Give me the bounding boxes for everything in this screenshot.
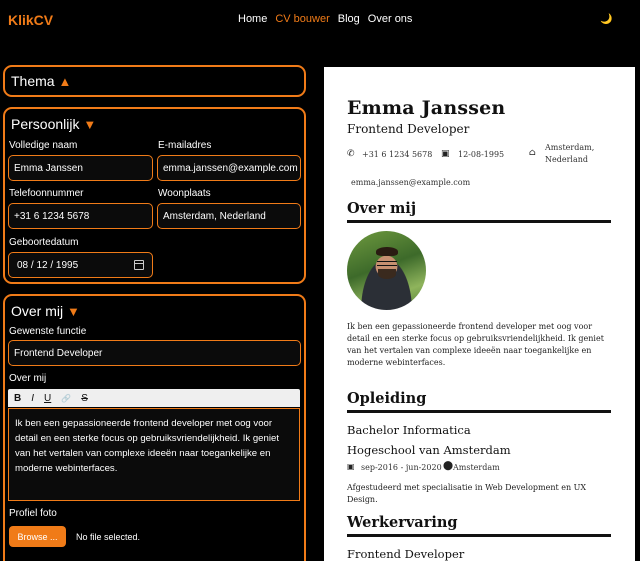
email-input[interactable]: emma.janssen@example.com (157, 155, 301, 181)
section-thema-title[interactable]: Thema ▲ (11, 73, 71, 89)
cv-heading-over-mij: Over mij (347, 200, 611, 223)
italic-button[interactable]: I (31, 393, 34, 404)
email-label: E-mailadres (158, 140, 212, 151)
job-label: Gewenste functie (9, 326, 87, 337)
name-label: Volledige naam (9, 140, 78, 151)
cv-edu-title: Bachelor Informatica (347, 423, 471, 437)
city-label: Woonplaats (158, 188, 211, 199)
dob-input[interactable]: 08 / 12 / 1995 (8, 252, 153, 278)
name-input[interactable]: Emma Janssen (8, 155, 153, 181)
nav-link-blog[interactable]: Blog (338, 13, 360, 25)
section-persoonlijk-title[interactable]: Persoonlijk ▼ (11, 116, 96, 132)
file-status: No file selected. (76, 532, 141, 542)
cv-city-line2: Nederland (545, 155, 589, 164)
phone-label: Telefoonnummer (9, 188, 84, 199)
cv-heading-opleiding: Opleiding (347, 390, 611, 413)
cv-edu-school: Hogeschool van Amsterdam (347, 443, 511, 457)
cv-edu-dates: sep-2016 - jun-2020 (361, 463, 442, 472)
section-thema[interactable]: Thema ▲ (3, 65, 306, 97)
cv-preview: Emma Janssen Frontend Developer ✆ +31 6 … (324, 67, 635, 561)
cv-dob: 12-08-1995 (458, 150, 505, 159)
home-icon: ⌂ (529, 148, 536, 158)
photo-label: Profiel foto (9, 508, 57, 519)
calendar-icon: ▣ (441, 149, 450, 159)
section-over-mij-label: Over mij (11, 303, 64, 319)
nav-link-home[interactable]: Home (238, 13, 267, 25)
dob-value: 08 / 12 / 1995 (17, 259, 79, 271)
section-thema-label: Thema (11, 73, 55, 89)
about-label: Over mij (9, 373, 47, 384)
nav-link-over-ons[interactable]: Over ons (368, 13, 413, 25)
dob-label: Geboortedatum (9, 237, 79, 248)
rich-text-toolbar: B I U 🔗 S (8, 389, 300, 407)
underline-button[interactable]: U (44, 393, 51, 404)
about-textarea[interactable]: Ik ben een gepassioneerde frontend devel… (8, 408, 300, 501)
brand-logo[interactable]: KlikCV (8, 12, 53, 28)
photo-glasses (377, 261, 397, 266)
strikethrough-button[interactable]: S (81, 393, 88, 404)
cv-edu-city: Amsterdam (453, 463, 500, 472)
nav-link-cv-bouwer[interactable]: CV bouwer (275, 13, 329, 25)
cv-name: Emma Janssen (347, 97, 506, 119)
location-pin-icon: ⬤ (443, 461, 454, 471)
photo-hair (376, 247, 398, 256)
section-persoonlijk-label: Persoonlijk (11, 116, 80, 132)
cv-role: Frontend Developer (347, 122, 470, 136)
cv-work-title: Frontend Developer (347, 547, 465, 561)
link-icon[interactable]: 🔗 (61, 394, 71, 403)
expand-arrow-icon[interactable]: ▼ (83, 117, 96, 132)
cv-about-text: Ik ben een gepassioneerde frontend devel… (347, 322, 604, 367)
bold-button[interactable]: B (14, 393, 21, 404)
cv-edu-desc: Afgestudeerd met specialisatie in Web De… (347, 483, 587, 504)
browse-button[interactable]: Browse ... (9, 526, 66, 547)
profile-photo (347, 231, 426, 310)
phone-icon: ✆ (347, 149, 355, 159)
city-input[interactable]: Amsterdam, Nederland (157, 203, 301, 229)
top-nav: KlikCV Home CV bouwer Blog Over ons 🌙 (0, 0, 640, 40)
cv-email: emma.janssen@example.com (351, 178, 471, 187)
cv-city-line1: Amsterdam, (545, 143, 595, 152)
collapse-arrow-icon[interactable]: ▲ (58, 74, 71, 89)
calendar-icon[interactable] (134, 260, 144, 270)
calendar-icon: ▣ (347, 462, 355, 471)
dark-mode-toggle-icon[interactable]: 🌙 (600, 14, 612, 25)
photo-beard (378, 269, 396, 279)
cv-heading-werkervaring: Werkervaring (347, 514, 611, 537)
expand-arrow-icon[interactable]: ▼ (67, 304, 80, 319)
job-input[interactable]: Frontend Developer (8, 340, 301, 366)
phone-input[interactable]: +31 6 1234 5678 (8, 203, 153, 229)
nav-links: Home CV bouwer Blog Over ons (238, 13, 412, 25)
cv-phone: +31 6 1234 5678 (362, 150, 433, 159)
section-over-mij-title[interactable]: Over mij ▼ (11, 303, 80, 319)
